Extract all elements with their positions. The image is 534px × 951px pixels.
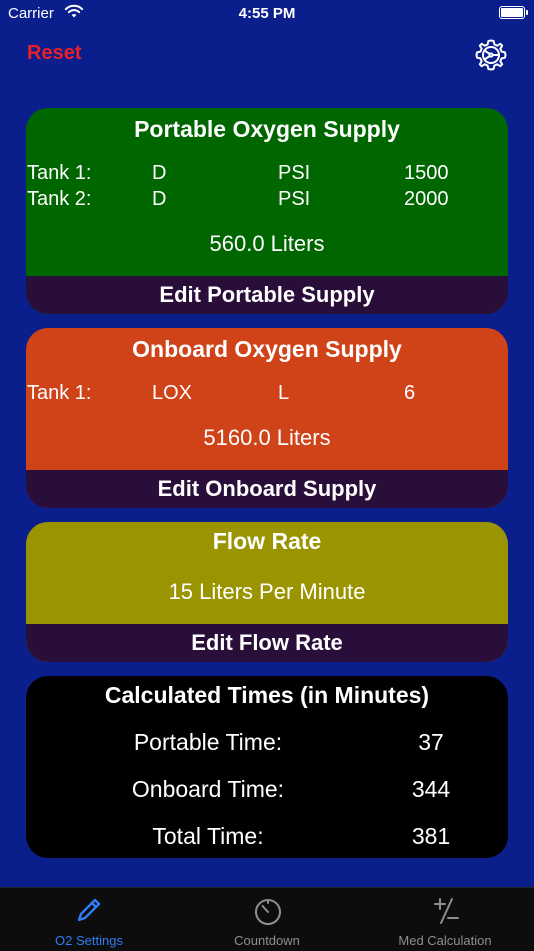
tab-label: O2 Settings <box>55 933 123 948</box>
portable-tank-1-row: Tank 1: D PSI 1500 <box>26 162 508 186</box>
calculated-times-card: Calculated Times (in Minutes) Portable T… <box>26 676 508 858</box>
time-value: 381 <box>411 823 451 849</box>
battery-icon <box>499 6 528 19</box>
time-value: 37 <box>418 729 444 755</box>
tank-value: 1500 <box>404 162 449 184</box>
tab-label: Countdown <box>234 933 300 948</box>
tank-label: Tank 2: <box>27 188 92 210</box>
nav-bar: Reset <box>0 30 534 85</box>
tank-size: D <box>152 162 167 184</box>
tab-countdown[interactable]: Countdown <box>178 888 356 951</box>
tank-label: Tank 1: <box>27 382 92 404</box>
tank-unit: PSI <box>278 188 311 210</box>
onboard-total-liters: 5160.0 Liters <box>203 425 331 450</box>
portable-tank-2-row: Tank 2: D PSI 2000 <box>26 188 508 212</box>
total-time-row: Total Time: 381 <box>26 823 508 853</box>
clock: 4:55 PM <box>238 5 296 22</box>
tank-value: 6 <box>404 382 416 404</box>
edit-onboard-supply-button[interactable]: Edit Onboard Supply <box>26 470 508 508</box>
portable-supply-card: Portable Oxygen Supply Tank 1: D PSI 150… <box>26 108 508 314</box>
edit-portable-supply-button[interactable]: Edit Portable Supply <box>26 276 508 314</box>
tab-med-calculation[interactable]: Med Calculation <box>356 888 534 951</box>
tank-size: LOX <box>152 382 193 404</box>
tab-bar: O2 Settings Countdown Med Calculation <box>0 887 534 951</box>
tab-o2-settings[interactable]: O2 Settings <box>0 888 178 951</box>
time-label: Total Time: <box>152 823 264 849</box>
tank-unit: PSI <box>278 162 311 184</box>
pencil-icon <box>77 898 101 922</box>
portable-time-row: Portable Time: 37 <box>26 729 508 759</box>
flow-rate-value: 15 Liters Per Minute <box>168 579 366 604</box>
flow-rate-card: Flow Rate 15 Liters Per Minute Edit Flow… <box>26 522 508 662</box>
tank-value: 2000 <box>404 188 449 210</box>
onboard-tank-1-row: Tank 1: LOX L 6 <box>26 382 508 406</box>
tank-label: Tank 1: <box>27 162 92 184</box>
tank-size: D <box>152 188 167 210</box>
portable-supply-title: Portable Oxygen Supply <box>134 116 400 142</box>
onboard-supply-title: Onboard Oxygen Supply <box>132 336 402 362</box>
timer-icon <box>255 899 281 925</box>
status-bar: Carrier 4:55 PM <box>0 0 534 30</box>
plus-minus-icon <box>434 898 459 924</box>
portable-total-liters: 560.0 Liters <box>209 231 325 256</box>
onboard-time-row: Onboard Time: 344 <box>26 776 508 806</box>
tank-unit: L <box>278 382 290 404</box>
calculated-times-title: Calculated Times (in Minutes) <box>104 682 430 708</box>
onboard-supply-card: Onboard Oxygen Supply Tank 1: LOX L 6 51… <box>26 328 508 508</box>
flow-rate-title: Flow Rate <box>212 528 322 554</box>
time-value: 344 <box>411 776 451 802</box>
edit-flow-rate-button[interactable]: Edit Flow Rate <box>26 624 508 662</box>
time-label: Portable Time: <box>133 729 283 755</box>
settings-gear-icon[interactable] <box>474 38 508 72</box>
tab-label: Med Calculation <box>398 933 492 948</box>
time-label: Onboard Time: <box>131 776 285 802</box>
reset-button[interactable]: Reset <box>27 42 81 65</box>
